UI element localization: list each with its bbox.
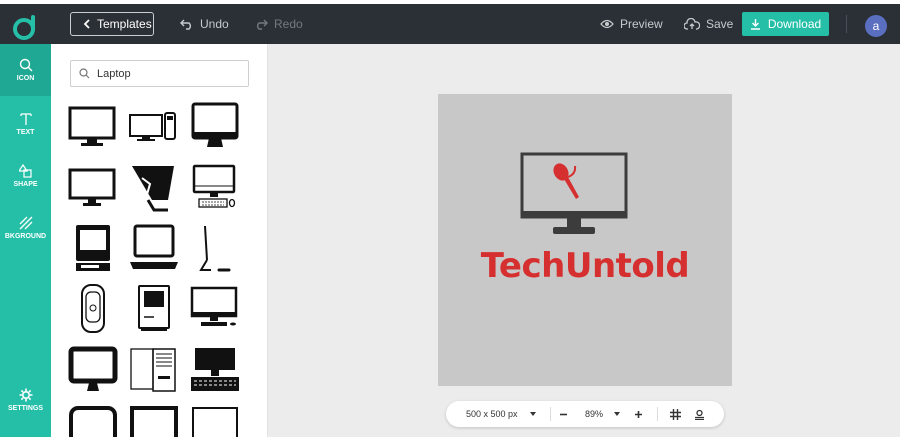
undo-label: Undo	[200, 17, 229, 31]
monitor-icon[interactable]	[67, 164, 119, 214]
sidebar-item-settings[interactable]: SETTINGS	[0, 374, 51, 426]
download-button[interactable]: Download	[742, 12, 829, 36]
grid-icon	[670, 408, 681, 420]
canvas-size-select[interactable]: 500 x 500 px	[466, 401, 536, 427]
text-icon	[19, 113, 32, 125]
monitor-icon[interactable]	[189, 404, 241, 437]
preview-button[interactable]: Preview	[600, 12, 663, 36]
grid-toggle-button[interactable]	[670, 401, 681, 427]
app-logo-icon[interactable]	[11, 13, 39, 41]
sidebar-item-shape[interactable]: SHAPE	[0, 150, 51, 202]
desktop-tower-icon[interactable]	[128, 102, 180, 152]
redo-icon	[257, 19, 268, 30]
plus-icon	[635, 410, 642, 418]
imac-side-icon[interactable]	[189, 224, 241, 274]
shape-icon	[18, 164, 32, 178]
eye-icon	[600, 19, 614, 29]
search-icon	[79, 68, 90, 79]
bold-monitor-icon[interactable]	[67, 346, 119, 396]
imac-icon[interactable]	[189, 102, 241, 152]
angled-monitor-icon[interactable]	[128, 164, 180, 214]
undo-icon	[180, 19, 191, 30]
controls-divider	[550, 407, 551, 421]
redo-button[interactable]: Redo	[254, 12, 303, 36]
laptop-icon[interactable]	[128, 224, 180, 274]
gear-icon	[19, 388, 32, 402]
top-toolbar: Templates Undo Redo Preview Save Downloa…	[0, 0, 900, 44]
chevron-left-icon	[83, 19, 90, 29]
monitor-icon[interactable]	[128, 404, 180, 437]
mac-pro-icon[interactable]	[67, 284, 119, 334]
canvas-size-label: 500 x 500 px	[466, 409, 518, 419]
brand-text[interactable]: TechUntold	[438, 246, 732, 286]
icon-panel	[51, 44, 268, 437]
align-button[interactable]	[694, 401, 705, 427]
search-box[interactable]	[70, 60, 249, 87]
sidebar-item-label: ICON	[16, 75, 35, 82]
minus-icon	[560, 413, 567, 415]
sidebar-item-label: TEXT	[16, 129, 35, 136]
cloud-upload-icon	[684, 18, 700, 30]
sidebar-item-label: BKGROUND	[4, 233, 47, 240]
download-label: Download	[767, 17, 822, 31]
desktop-keyboard-icon[interactable]	[189, 164, 241, 214]
classic-mac-icon[interactable]	[128, 284, 180, 334]
templates-button[interactable]: Templates	[70, 12, 154, 36]
monitor-microphone-icon[interactable]	[520, 152, 630, 236]
caret-down-icon	[529, 412, 536, 416]
zoom-label: 89%	[585, 409, 604, 419]
sidebar-item-label: SETTINGS	[7, 405, 43, 412]
sidebar-item-icon[interactable]: ICON	[0, 44, 51, 96]
download-icon	[750, 19, 760, 30]
tower-case-icon[interactable]	[128, 346, 180, 396]
controls-divider	[657, 407, 658, 421]
design-canvas[interactable]: TechUntold	[438, 94, 732, 386]
background-icon	[19, 216, 32, 230]
search-icon	[19, 58, 32, 72]
undo-button[interactable]: Undo	[180, 12, 229, 36]
save-label: Save	[706, 17, 734, 31]
search-input[interactable]	[97, 67, 237, 80]
preview-label: Preview	[620, 17, 663, 31]
retro-computer-icon[interactable]	[67, 224, 119, 274]
avatar[interactable]: a	[865, 15, 887, 37]
zoom-out-button[interactable]	[559, 401, 568, 427]
caret-down-icon	[614, 412, 621, 416]
toolbar-divider	[846, 15, 847, 33]
sidebar-item-label: SHAPE	[13, 181, 38, 188]
templates-label: Templates	[97, 17, 152, 31]
rounded-monitor-icon[interactable]	[67, 404, 119, 437]
zoom-select[interactable]: 89%	[585, 401, 621, 427]
align-bottom-icon	[695, 409, 704, 420]
redo-label: Redo	[274, 17, 303, 31]
monitor-keyboard-icon[interactable]	[189, 284, 241, 334]
sidebar-item-text[interactable]: TEXT	[0, 98, 51, 150]
sidebar-item-background[interactable]: BKGROUND	[0, 202, 51, 254]
monitor-icon[interactable]	[67, 102, 119, 152]
save-button[interactable]: Save	[684, 12, 733, 36]
monitor-keyboard-icon[interactable]	[189, 346, 241, 396]
canvas-controls-bar: 500 x 500 px 89%	[446, 401, 724, 427]
zoom-in-button[interactable]	[634, 401, 643, 427]
sidebar: ICON TEXT SHAPE BKGROUND SETTINGS	[0, 44, 51, 437]
